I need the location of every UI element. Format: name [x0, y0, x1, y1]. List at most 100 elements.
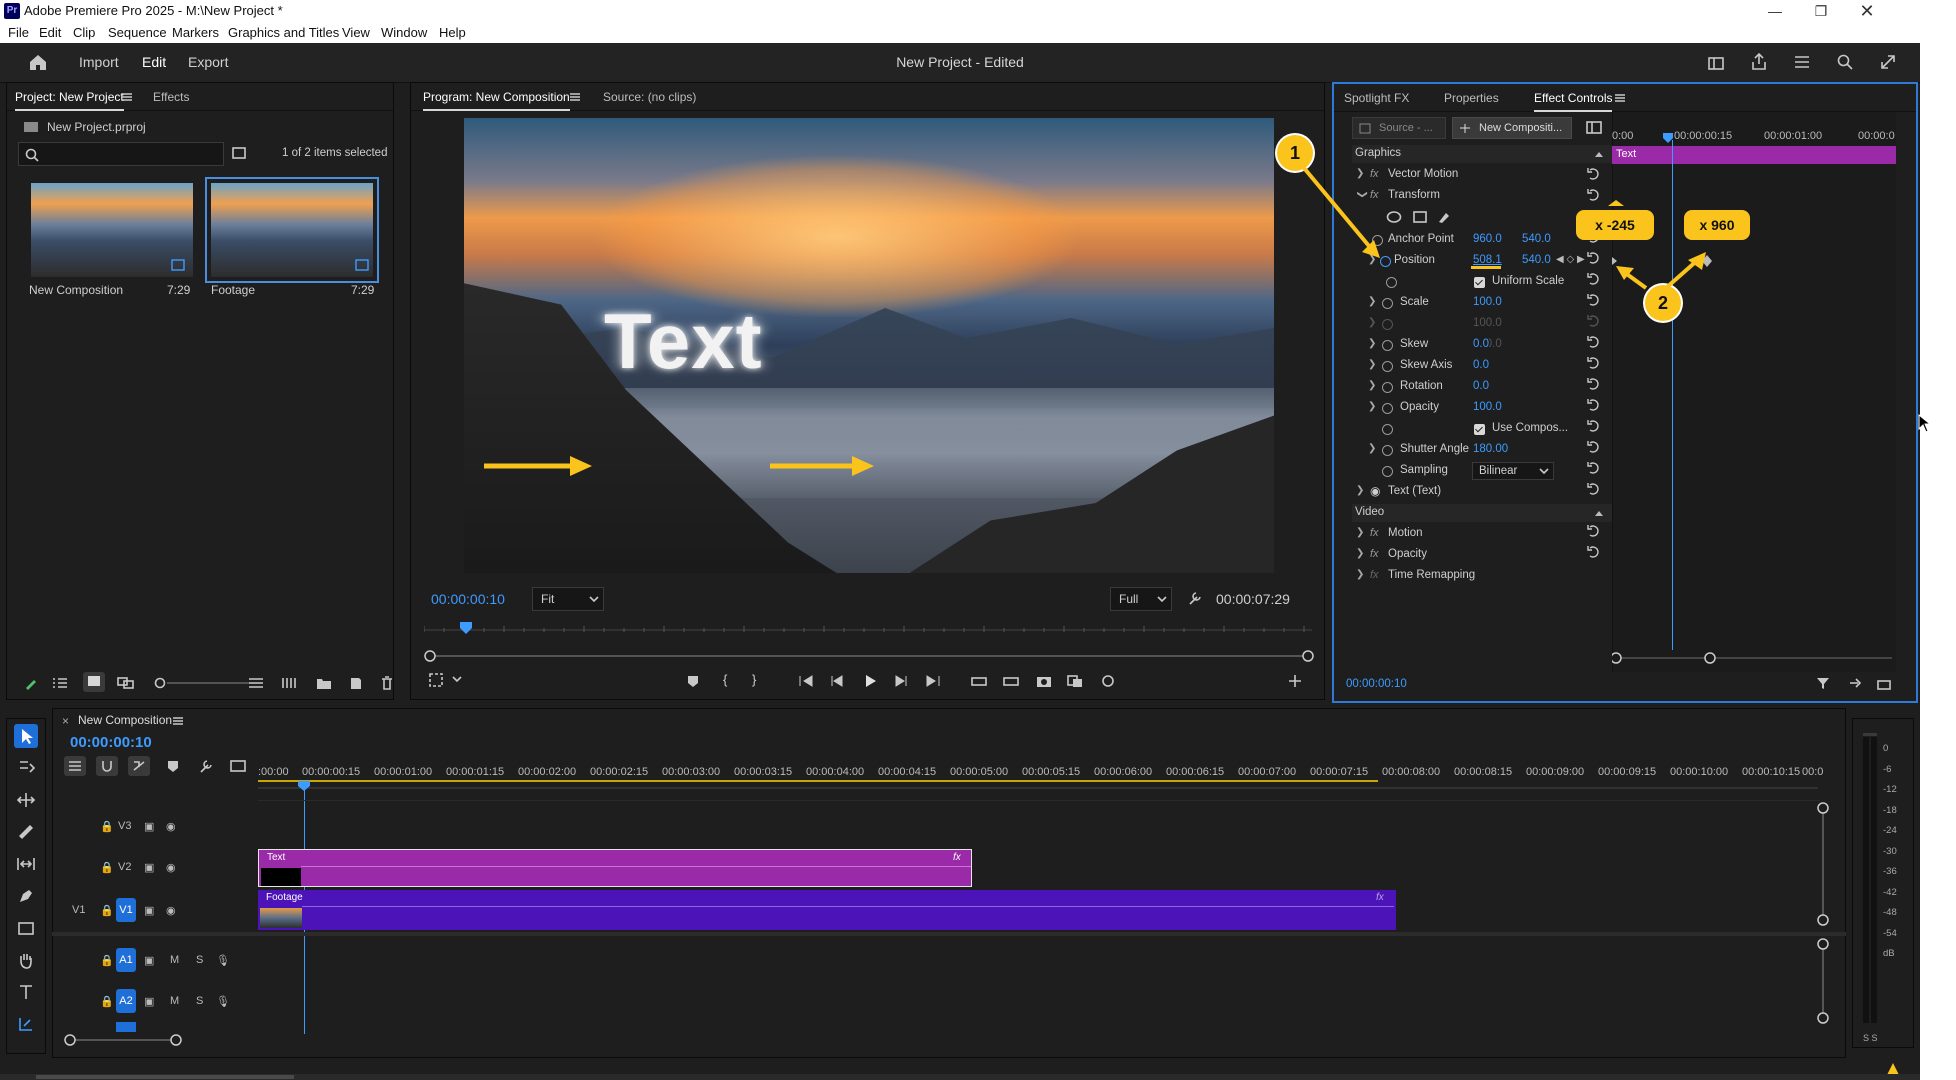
stopwatch-icon[interactable]: [1372, 235, 1383, 246]
timeline-ruler[interactable]: :00:00 00:00:00:15 00:00:01:00 00:00:01:…: [258, 766, 1823, 780]
position-x-value[interactable]: 508.1: [1473, 254, 1502, 266]
comparison-view-icon[interactable]: [1066, 674, 1084, 688]
keyframe-start-icon[interactable]: [1610, 254, 1710, 268]
eye-icon[interactable]: ◉: [1370, 484, 1380, 498]
lock-icon[interactable]: 🔒: [100, 861, 114, 874]
status-scrollbar[interactable]: [36, 1075, 294, 1079]
mark-out-icon[interactable]: }: [752, 672, 756, 687]
settings-icon[interactable]: [428, 672, 444, 688]
scale-value[interactable]: 100.0: [1473, 296, 1502, 308]
video-preview[interactable]: Text: [464, 118, 1274, 573]
tab-spotlight-fx[interactable]: Spotlight FX: [1344, 91, 1409, 105]
stopwatch-icon[interactable]: [1382, 403, 1393, 414]
stopwatch-icon[interactable]: [1382, 445, 1393, 456]
export-tab[interactable]: Export: [188, 54, 228, 70]
effect-text-layer[interactable]: ❯ ◉ Text (Text): [1352, 483, 1612, 503]
menu-edit[interactable]: Edit: [39, 25, 61, 40]
chevron-right-icon[interactable]: ❯: [1356, 168, 1364, 179]
wrench-icon[interactable]: [1187, 590, 1203, 606]
clip-text[interactable]: Text fx: [258, 849, 972, 887]
timeline-timecode[interactable]: 00:00:00:10: [70, 734, 152, 751]
fullscreen-icon[interactable]: [1879, 53, 1897, 71]
sync-lock-icon[interactable]: ▣: [144, 904, 154, 917]
step-forward-icon[interactable]: [894, 674, 908, 688]
sequence-clip-button[interactable]: New Compositi...: [1452, 117, 1572, 139]
keyframe-nav-icon[interactable]: ◀ ◇ ▶: [1556, 254, 1585, 265]
search-icon[interactable]: [1836, 53, 1854, 71]
automate-icon[interactable]: [281, 675, 299, 691]
solo-button[interactable]: S: [196, 954, 203, 966]
mute-button[interactable]: M: [170, 995, 179, 1007]
mute-button[interactable]: M: [170, 954, 179, 966]
add-marker-icon[interactable]: [166, 759, 180, 773]
new-bin-icon[interactable]: [315, 675, 333, 691]
quality-select[interactable]: Full: [1110, 587, 1172, 611]
extract-icon[interactable]: [1002, 674, 1020, 688]
chevron-down-icon[interactable]: ❯: [1357, 190, 1368, 198]
filter-icon[interactable]: [1816, 676, 1830, 690]
sort-icon[interactable]: [247, 675, 265, 691]
sync-lock-icon[interactable]: ▣: [144, 954, 154, 967]
pen-mask-icon[interactable]: [1436, 210, 1452, 224]
thumbnail-new-composition[interactable]: [31, 183, 193, 277]
close-icon[interactable]: ✕: [1844, 0, 1890, 22]
camera-icon[interactable]: [1036, 674, 1052, 688]
monitor-zoom-scrollbar[interactable]: [424, 648, 1314, 664]
ellipse-mask-icon[interactable]: [1386, 210, 1402, 224]
stopwatch-icon[interactable]: [1382, 424, 1393, 435]
type-tool[interactable]: [14, 980, 38, 1004]
v1-target-toggle[interactable]: V1: [116, 898, 136, 922]
edit-tab[interactable]: Edit: [142, 54, 166, 70]
clip-footage[interactable]: Footage fx: [258, 890, 1396, 930]
toggle-timeline-icon[interactable]: [1586, 121, 1602, 135]
chevron-right-icon[interactable]: ❯: [1368, 254, 1376, 265]
playhead-timecode[interactable]: 00:00:00:10: [431, 591, 505, 607]
chevron-right-icon[interactable]: ❯: [1368, 401, 1376, 412]
shutter-value[interactable]: 180.00: [1473, 443, 1508, 455]
chevron-up-icon[interactable]: [1594, 150, 1604, 158]
source-clip-button[interactable]: Source - ...: [1352, 117, 1446, 139]
anchor-y-value[interactable]: 540.0: [1522, 233, 1551, 245]
menu-view[interactable]: View: [342, 25, 370, 40]
menu-markers[interactable]: Markers: [172, 25, 219, 40]
close-sequence-icon[interactable]: ×: [62, 714, 69, 728]
new-item-icon[interactable]: [347, 675, 365, 691]
mark-in-icon[interactable]: {: [723, 672, 727, 687]
sync-lock-icon[interactable]: ▣: [144, 861, 154, 874]
a2-target-toggle[interactable]: A2: [116, 989, 136, 1013]
go-to-out-icon[interactable]: [925, 674, 941, 688]
rectangle-tool[interactable]: [14, 916, 38, 940]
lock-icon[interactable]: 🔒: [100, 995, 114, 1008]
microphone-icon[interactable]: 🎙: [216, 995, 230, 1008]
skew-value[interactable]: 0.0: [1473, 338, 1489, 350]
hand-tool[interactable]: [14, 948, 38, 972]
generative-extend-tool[interactable]: [14, 1012, 38, 1036]
chevron-right-icon[interactable]: ❯: [1356, 527, 1364, 538]
ec-time-ruler[interactable]: 0:00 00:00:00:15 00:00:01:00 00:00:0: [1612, 130, 1896, 144]
workspaces-icon[interactable]: [1793, 53, 1811, 71]
menu-help[interactable]: Help: [439, 25, 466, 40]
lock-icon[interactable]: 🔒: [100, 954, 114, 967]
eye-icon[interactable]: ◉: [166, 820, 176, 833]
effect-opacity[interactable]: ❯ fx Opacity: [1352, 546, 1612, 566]
sync-lock-icon[interactable]: ▣: [144, 995, 154, 1008]
stopwatch-icon[interactable]: [1382, 340, 1393, 351]
panel-layout-icon[interactable]: [1707, 54, 1725, 72]
pen-tool[interactable]: [14, 884, 38, 908]
chevron-right-icon[interactable]: ❯: [1356, 485, 1364, 496]
add-marker-icon[interactable]: [686, 674, 700, 688]
effect-transform[interactable]: ❯ fx Transform: [1352, 187, 1612, 207]
effect-vector-motion[interactable]: ❯ fx Vector Motion: [1352, 166, 1612, 186]
menu-file[interactable]: File: [8, 25, 29, 40]
home-icon[interactable]: [28, 52, 48, 72]
chevron-right-icon[interactable]: ❯: [1368, 359, 1376, 370]
slip-tool[interactable]: [14, 852, 38, 876]
rectangle-mask-icon[interactable]: [1412, 210, 1428, 224]
chevron-right-icon[interactable]: ❯: [1368, 317, 1376, 328]
snap-toggle[interactable]: [96, 756, 118, 776]
minimize-icon[interactable]: —: [1752, 0, 1798, 22]
skew-axis-value[interactable]: 0.0: [1473, 359, 1489, 371]
linked-selection-toggle[interactable]: [128, 756, 150, 776]
chevron-right-icon[interactable]: ❯: [1356, 569, 1364, 580]
panel-menu-icon[interactable]: [172, 716, 184, 726]
